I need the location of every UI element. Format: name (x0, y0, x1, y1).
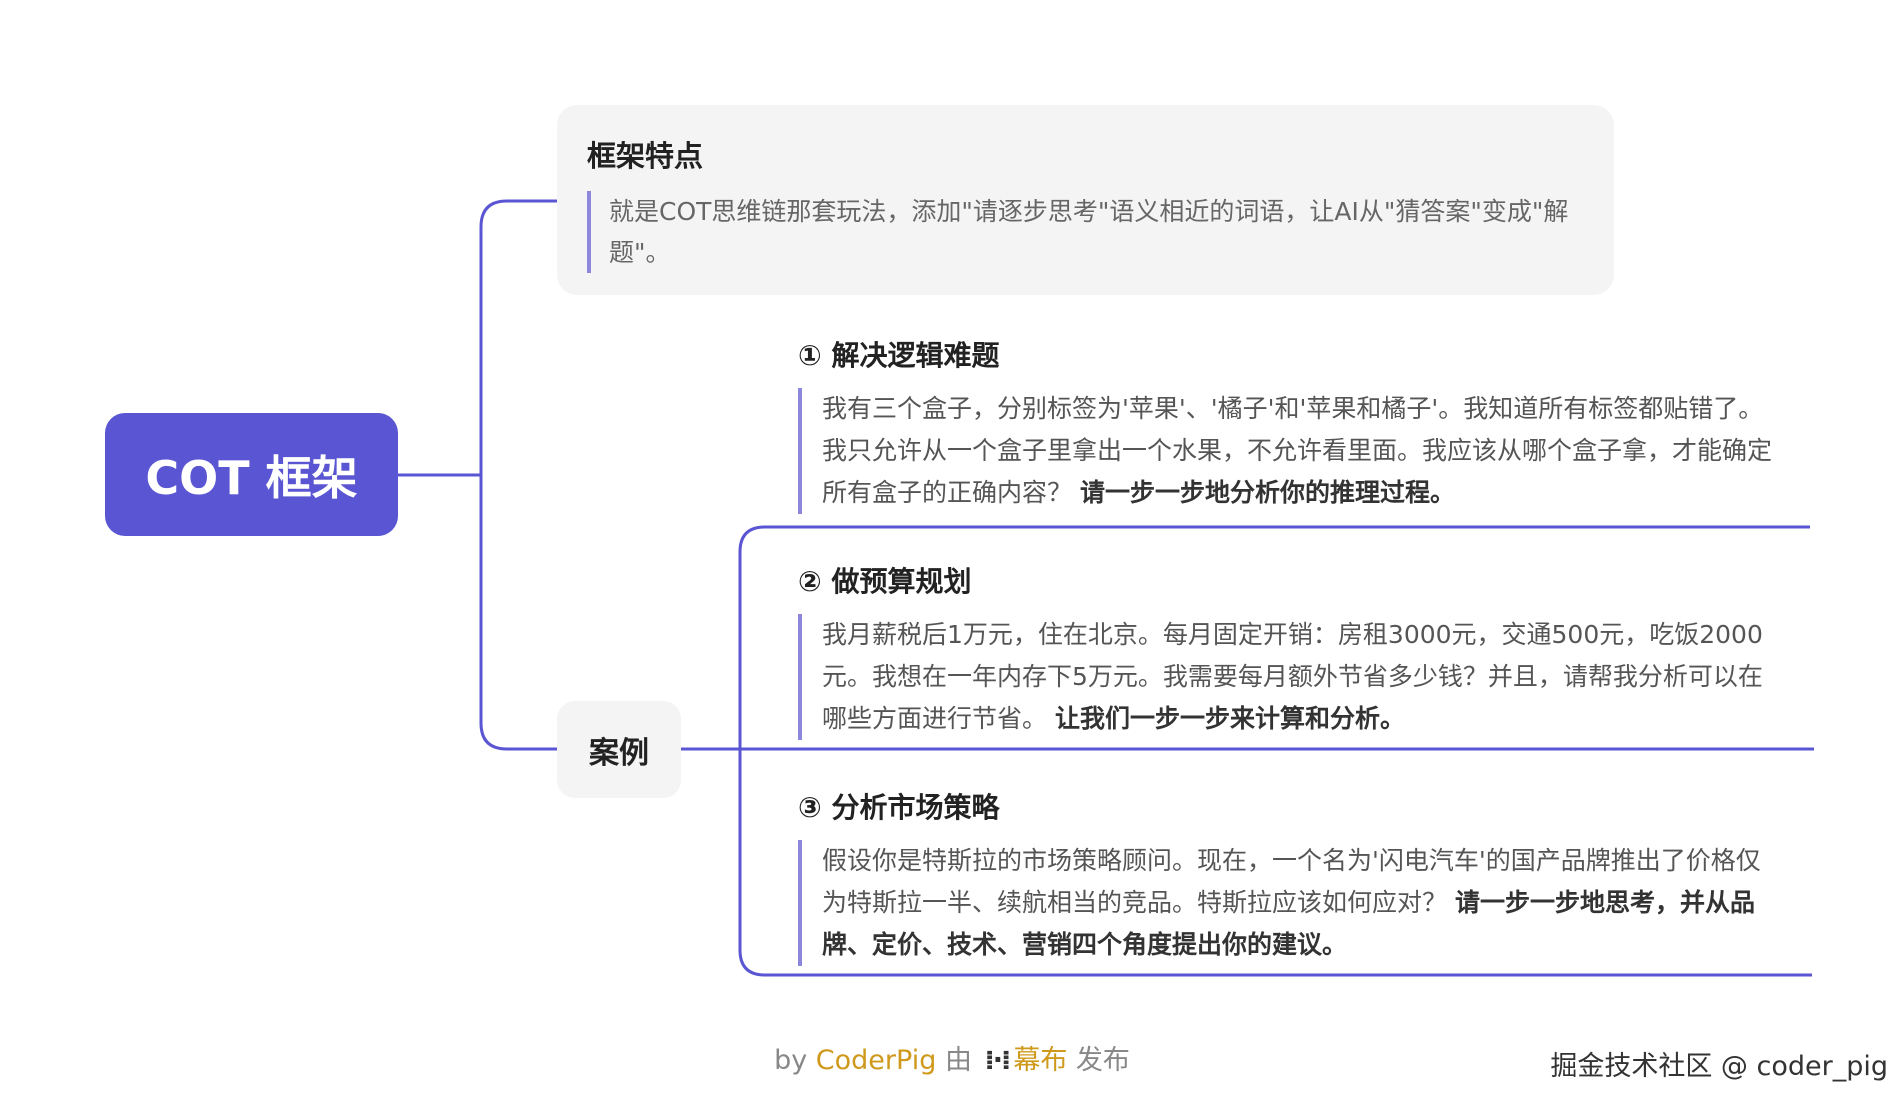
case-title: ① 解决逻辑难题 (798, 339, 1000, 372)
root-node[interactable]: COT 框架 (105, 413, 398, 536)
case-title: ② 做预算规划 (798, 565, 972, 598)
footer-tail: 发布 (1075, 1045, 1130, 1076)
feature-text: 就是COT思维链那套玩法，添加"请逐步思考"语义相近的词语，让AI从"猜答案"变… (609, 197, 1569, 267)
feature-title: 框架特点 (587, 139, 704, 173)
case-title: ③ 分析市场策略 (798, 791, 1000, 824)
mubu-logo-icon: ⁞·⁞ (984, 1045, 1012, 1076)
case-bold-text: 让我们一步一步来计算和分析。 (1054, 704, 1405, 733)
brand-link[interactable]: 幕布 (1013, 1045, 1067, 1076)
footer-mid: 由 (944, 1045, 972, 1076)
cases-label: 案例 (589, 735, 649, 771)
case-item-logic[interactable]: ① 解决逻辑难题 我有三个盒子，分别标签为'苹果'、'橘子'和'苹果和橘子'。我… (798, 334, 1778, 514)
branch-connector (479, 199, 557, 751)
case-item-budget[interactable]: ② 做预算规划 我月薪税后1万元，住在北京。每月固定开销：房租3000元，交通5… (798, 560, 1778, 740)
author-link[interactable]: CoderPig (816, 1045, 937, 1076)
case-quote: 我有三个盒子，分别标签为'苹果'、'橘子'和'苹果和橘子'。我知道所有标签都贴错… (798, 388, 1778, 514)
case-bold-text: 请一步一步地分析你的推理过程。 (1079, 478, 1455, 507)
footer-by: by (774, 1045, 808, 1076)
watermark: 掘金技术社区 @ coder_pig (1550, 1051, 1888, 1082)
case-quote: 我月薪税后1万元，住在北京。每月固定开销：房租3000元，交通500元，吃饭20… (798, 614, 1778, 740)
feature-quote: 就是COT思维链那套玩法，添加"请逐步思考"语义相近的词语，让AI从"猜答案"变… (587, 191, 1584, 273)
root-label: COT 框架 (145, 450, 358, 505)
feature-node[interactable]: 框架特点 就是COT思维链那套玩法，添加"请逐步思考"语义相近的词语，让AI从"… (557, 105, 1614, 295)
case-item-market[interactable]: ③ 分析市场策略 假设你是特斯拉的市场策略顾问。现在，一个名为'闪电汽车'的国产… (798, 786, 1778, 966)
case-quote: 假设你是特斯拉的市场策略顾问。现在，一个名为'闪电汽车'的国产品牌推出了价格仅为… (798, 840, 1778, 966)
cases-node[interactable]: 案例 (557, 701, 681, 798)
